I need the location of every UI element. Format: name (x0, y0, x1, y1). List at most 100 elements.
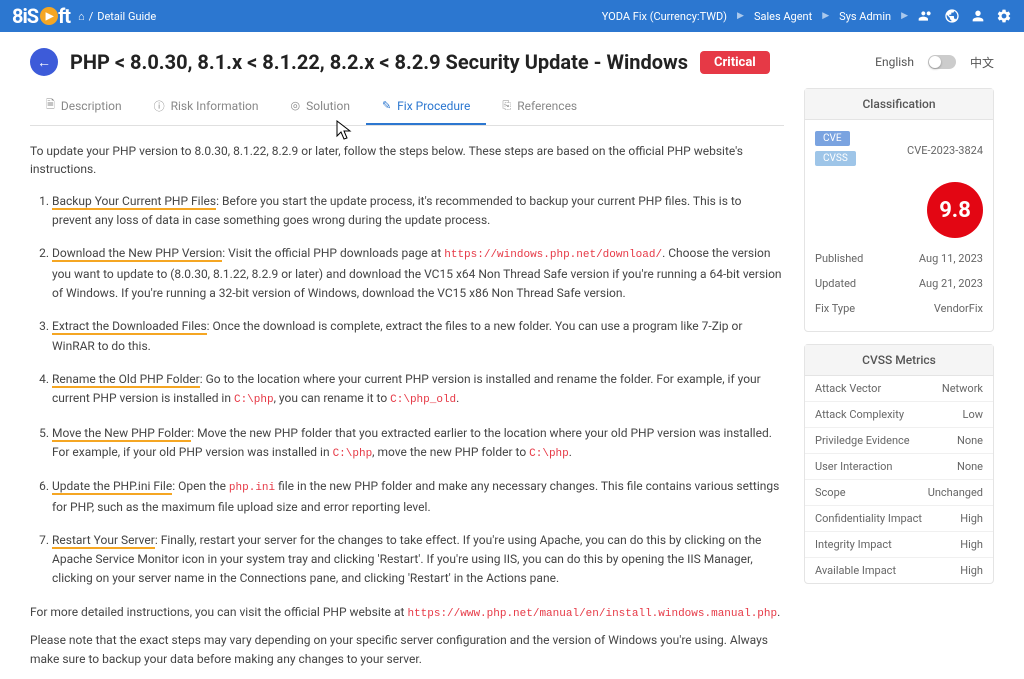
logo-text-1: 8iS (12, 4, 38, 28)
wrench-icon: ✎ (382, 99, 391, 112)
fixtype-value: VendorFix (934, 302, 983, 315)
nav-yoda-fix[interactable]: YODA Fix (Currency:TWD) (602, 10, 727, 23)
step-4: Rename the Old PHP Folder: Go to the loc… (52, 370, 784, 410)
metric-value: None (957, 434, 983, 447)
metric-label: Attack Complexity (815, 408, 904, 421)
step-body: . (456, 391, 459, 405)
cve-id: CVE-2023-3824 (907, 144, 983, 157)
code-file: php.ini (229, 482, 275, 494)
metric-attack-complexity: Attack ComplexityLow (805, 402, 993, 428)
metric-value: Unchanged (928, 486, 983, 499)
logo-badge-icon: ▶ (40, 7, 58, 25)
cvss-tag: CVSS (815, 151, 856, 166)
chevron-right-icon: ▶ (822, 11, 829, 21)
step-body: , you can rename it to (274, 391, 391, 405)
breadcrumb-separator: / (89, 10, 94, 23)
chevron-right-icon: ▶ (901, 11, 908, 21)
step-title: Backup Your Current PHP Files (52, 194, 216, 210)
fixtype-label: Fix Type (815, 302, 855, 315)
metric-user-interaction: User InteractionNone (805, 454, 993, 480)
home-icon[interactable]: ⌂ (78, 10, 85, 23)
nav-sales-agent[interactable]: Sales Agent (754, 10, 812, 23)
language-toggle[interactable] (928, 55, 956, 69)
metric-label: Scope (815, 486, 846, 499)
more-info-paragraph: For more detailed instructions, you can … (30, 603, 784, 624)
published-label: Published (815, 252, 863, 265)
step-body: . (569, 445, 572, 459)
step-5: Move the New PHP Folder: Move the new PH… (52, 424, 784, 464)
tab-fix-procedure[interactable]: ✎ Fix Procedure (366, 88, 486, 125)
tab-references[interactable]: ⎘ References (486, 88, 593, 125)
tab-label: Fix Procedure (397, 99, 470, 113)
info-icon: ⓘ (154, 98, 165, 114)
step-body: , move the new PHP folder to (372, 445, 529, 459)
updated-value: Aug 21, 2023 (919, 277, 983, 290)
chevron-right-icon: ▶ (737, 11, 744, 21)
metric-label: User Interaction (815, 460, 892, 473)
step-body: : Open the (172, 479, 229, 493)
updated-label: Updated (815, 277, 856, 290)
metric-confidentiality: Confidentiality ImpactHigh (805, 506, 993, 532)
metric-label: Available Impact (815, 564, 896, 577)
tab-solution[interactable]: ◎ Solution (275, 88, 366, 125)
metric-label: Priviledge Evidence (815, 434, 910, 447)
step-title: Update the PHP.ini File (52, 479, 172, 495)
page-title: PHP < 8.0.30, 8.1.x < 8.1.22, 8.2.x < 8.… (70, 50, 688, 74)
code-path: C:\php (529, 448, 569, 460)
tab-risk-information[interactable]: ⓘ Risk Information (138, 88, 275, 125)
user-icon[interactable] (970, 8, 986, 24)
more-text: For more detailed instructions, you can … (30, 605, 407, 619)
users-icon[interactable] (918, 8, 934, 24)
tab-description[interactable]: 🗎 Description (30, 88, 138, 125)
step-6: Update the PHP.ini File: Open the php.in… (52, 477, 784, 517)
cvss-metrics-header: CVSS Metrics (805, 345, 993, 376)
app-logo[interactable]: 8iS▶ft (12, 4, 70, 28)
top-navigation-bar: 8iS▶ft ⌂ / Detail Guide YODA Fix (Curren… (0, 0, 1024, 32)
step-1: Backup Your Current PHP Files: Before yo… (52, 192, 784, 230)
logo-text-2: ft (58, 4, 70, 28)
classification-header: Classification (805, 89, 993, 120)
metric-attack-vector: Attack Vector Network (805, 376, 993, 402)
download-link[interactable]: https://windows.php.net/download/ (444, 249, 662, 261)
severity-badge: Critical (700, 51, 770, 74)
step-body: : Visit the official PHP downloads page … (222, 246, 444, 260)
tab-label: Description (61, 99, 122, 113)
target-icon: ◎ (291, 99, 301, 112)
step-title: Rename the Old PHP Folder (52, 372, 200, 388)
intro-paragraph: To update your PHP version to 8.0.30, 8.… (30, 142, 784, 178)
globe-icon[interactable] (944, 8, 960, 24)
step-7: Restart Your Server: Finally, restart yo… (52, 531, 784, 589)
tab-label: Risk Information (171, 99, 259, 113)
metric-label: Integrity Impact (815, 538, 892, 551)
code-path: C:\php (333, 448, 373, 460)
metric-availability: Available ImpactHigh (805, 558, 993, 583)
cve-tag: CVE (815, 131, 850, 146)
metric-label: Confidentiality Impact (815, 512, 922, 525)
lang-chinese-label[interactable]: 中文 (970, 54, 994, 71)
link-icon: ⎘ (502, 99, 511, 113)
classification-card: Classification CVE CVSS CVE-2023-3824 9.… (804, 88, 994, 332)
step-body: : Finally, restart your server for the c… (52, 533, 761, 585)
metric-label: Attack Vector (815, 382, 881, 395)
metric-scope: Scope Unchanged (805, 480, 993, 506)
gear-icon[interactable] (996, 8, 1012, 24)
nav-sys-admin[interactable]: Sys Admin (839, 10, 891, 23)
code-path: C:\php (234, 394, 274, 406)
back-button[interactable]: ← (30, 48, 58, 76)
metric-value: Network (942, 382, 983, 395)
step-title: Restart Your Server (52, 533, 155, 549)
published-value: Aug 11, 2023 (919, 252, 983, 265)
document-icon: 🗎 (46, 96, 55, 115)
procedure-list: Backup Your Current PHP Files: Before yo… (30, 192, 784, 589)
manual-link[interactable]: https://www.php.net/manual/en/install.wi… (407, 608, 777, 620)
breadcrumb-current[interactable]: Detail Guide (97, 10, 156, 23)
tab-label: References (517, 99, 577, 113)
cvss-score-circle: 9.8 (927, 182, 983, 238)
metric-integrity: Integrity ImpactHigh (805, 532, 993, 558)
step-title: Download the New PHP Version (52, 246, 222, 262)
code-path: C:\php_old (390, 394, 456, 406)
step-title: Move the New PHP Folder (52, 426, 191, 442)
lang-english-label[interactable]: English (875, 55, 914, 69)
tab-bar: 🗎 Description ⓘ Risk Information ◎ Solution… (30, 88, 784, 126)
tab-label: Solution (306, 99, 350, 113)
